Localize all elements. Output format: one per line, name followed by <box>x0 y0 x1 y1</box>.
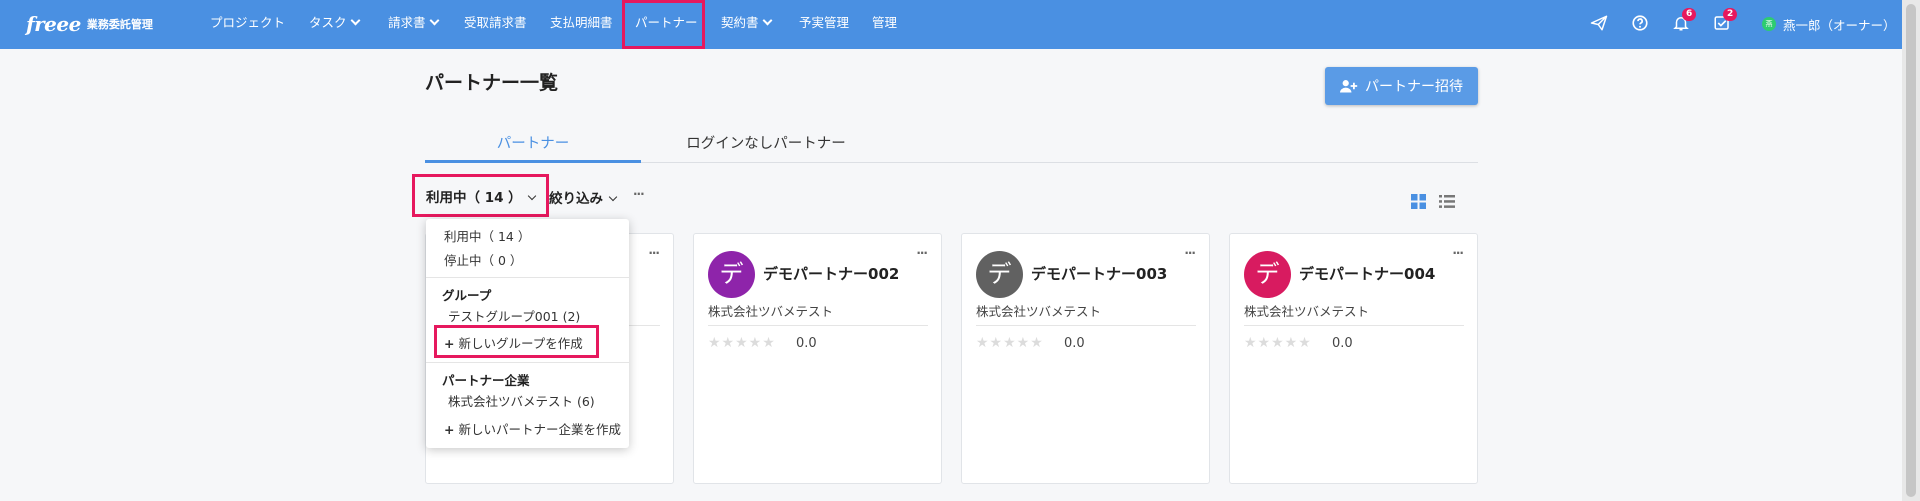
logo-subtitle: 業務委託管理 <box>86 18 153 31</box>
narrow-filter-dropdown[interactable]: 絞り込み <box>549 187 618 207</box>
rating-value: 0.0 <box>796 336 817 351</box>
card-divider <box>976 325 1196 326</box>
card-more-icon[interactable]: ··· <box>1452 246 1464 260</box>
list-icon[interactable] <box>1439 194 1455 209</box>
highlight-frame-nav-partners <box>622 0 705 49</box>
card-more-icon[interactable]: ··· <box>1184 246 1196 260</box>
partner-company: 株式会社ツバメテスト <box>708 304 834 319</box>
tab-partners[interactable]: パートナー <box>425 132 641 153</box>
nav-item-tasks[interactable]: タスク <box>309 0 360 49</box>
nav-item-contracts[interactable]: 契約書 <box>721 0 772 49</box>
scrollbar-thumb[interactable] <box>1906 4 1916 497</box>
avatar: デ <box>1244 251 1291 298</box>
invite-partner-label: パートナー招待 <box>1365 79 1463 95</box>
grid-icon[interactable] <box>1411 194 1426 209</box>
invite-partner-button[interactable]: パートナー招待 <box>1325 67 1478 105</box>
partner-name[interactable]: デモパートナー002 <box>763 263 899 284</box>
paper-plane-icon[interactable] <box>1590 14 1608 32</box>
dropdown-item-active[interactable]: 利用中（ 14 ） <box>444 226 530 245</box>
partner-card[interactable]: ··· デ デモパートナー002 株式会社ツバメテスト ★★★★★ 0.0 <box>693 233 942 484</box>
checkbox-icon[interactable]: 2 <box>1713 8 1738 32</box>
card-more-icon[interactable]: ··· <box>916 246 928 260</box>
app-logo[interactable]: freee 業務委託管理 <box>26 12 153 36</box>
dropdown-item-group[interactable]: テストグループ001 (2) <box>448 306 580 325</box>
dropdown-item-company[interactable]: 株式会社ツバメテスト (6) <box>448 391 595 410</box>
tasks-badge: 2 <box>1723 8 1738 21</box>
chevron-down-icon <box>608 192 618 202</box>
new-company-button[interactable]: + 新しいパートナー企業を作成 <box>444 419 621 438</box>
dropdown-item-stopped[interactable]: 停止中（ 0 ） <box>444 250 522 269</box>
question-circle-icon[interactable] <box>1631 14 1649 32</box>
card-divider <box>1244 325 1464 326</box>
star-rating: ★★★★★ <box>1244 335 1312 351</box>
card-more-icon[interactable]: ··· <box>648 246 660 260</box>
partner-card[interactable]: ··· デ デモパートナー003 株式会社ツバメテスト ★★★★★ 0.0 <box>961 233 1210 484</box>
avatar: デ <box>976 251 1023 298</box>
nav-item-admin[interactable]: 管理 <box>872 0 897 49</box>
more-options-icon[interactable]: ··· <box>633 187 645 201</box>
chevron-down-icon <box>429 15 439 26</box>
nav-item-payment-statements[interactable]: 支払明細書 <box>550 0 613 49</box>
plus-icon: + <box>444 422 455 437</box>
dropdown-heading-group: グループ <box>442 288 492 303</box>
nav-item-budget[interactable]: 予実管理 <box>799 0 849 49</box>
chevron-down-icon <box>350 15 360 26</box>
nav-item-received-invoices[interactable]: 受取請求書 <box>464 0 527 49</box>
star-rating: ★★★★★ <box>976 335 1044 351</box>
top-navigation-bar: freee 業務委託管理 プロジェクト タスク 請求書 受取請求書 支払明細書 … <box>0 0 1902 49</box>
highlight-frame-new-group <box>434 325 599 358</box>
rating-value: 0.0 <box>1064 336 1085 351</box>
highlight-frame-status-filter <box>412 174 549 217</box>
nav-item-invoices[interactable]: 請求書 <box>388 0 439 49</box>
tab-active-indicator <box>425 160 641 163</box>
avatar: デ <box>708 251 755 298</box>
notifications-badge: 6 <box>1682 8 1697 21</box>
partner-company: 株式会社ツバメテスト <box>1244 304 1370 319</box>
page-title: パートナー一覧 <box>425 72 559 94</box>
rating-value: 0.0 <box>1332 336 1353 351</box>
narrow-filter-label: 絞り込み <box>549 191 603 207</box>
dropdown-divider <box>426 277 629 278</box>
bell-icon[interactable]: 6 <box>1672 8 1697 32</box>
partner-card[interactable]: ··· デ デモパートナー004 株式会社ツバメテスト ★★★★★ 0.0 <box>1229 233 1478 484</box>
user-menu[interactable]: 燕一郎（オーナー） <box>1783 15 1896 34</box>
dropdown-heading-company: パートナー企業 <box>442 373 530 388</box>
dropdown-divider <box>426 362 629 363</box>
user-plus-icon <box>1340 80 1358 93</box>
card-divider <box>708 325 928 326</box>
logo-mark: freee <box>26 12 81 36</box>
star-rating: ★★★★★ <box>708 335 776 351</box>
partner-name[interactable]: デモパートナー003 <box>1031 263 1167 284</box>
chevron-down-icon <box>762 15 772 26</box>
partner-name[interactable]: デモパートナー004 <box>1299 263 1435 284</box>
nav-item-projects[interactable]: プロジェクト <box>210 0 285 49</box>
tab-partners-without-login[interactable]: ログインなしパートナー <box>641 132 891 153</box>
user-avatar[interactable]: 燕 <box>1762 17 1776 31</box>
new-company-label: 新しいパートナー企業を作成 <box>458 422 621 437</box>
partner-company: 株式会社ツバメテスト <box>976 304 1102 319</box>
